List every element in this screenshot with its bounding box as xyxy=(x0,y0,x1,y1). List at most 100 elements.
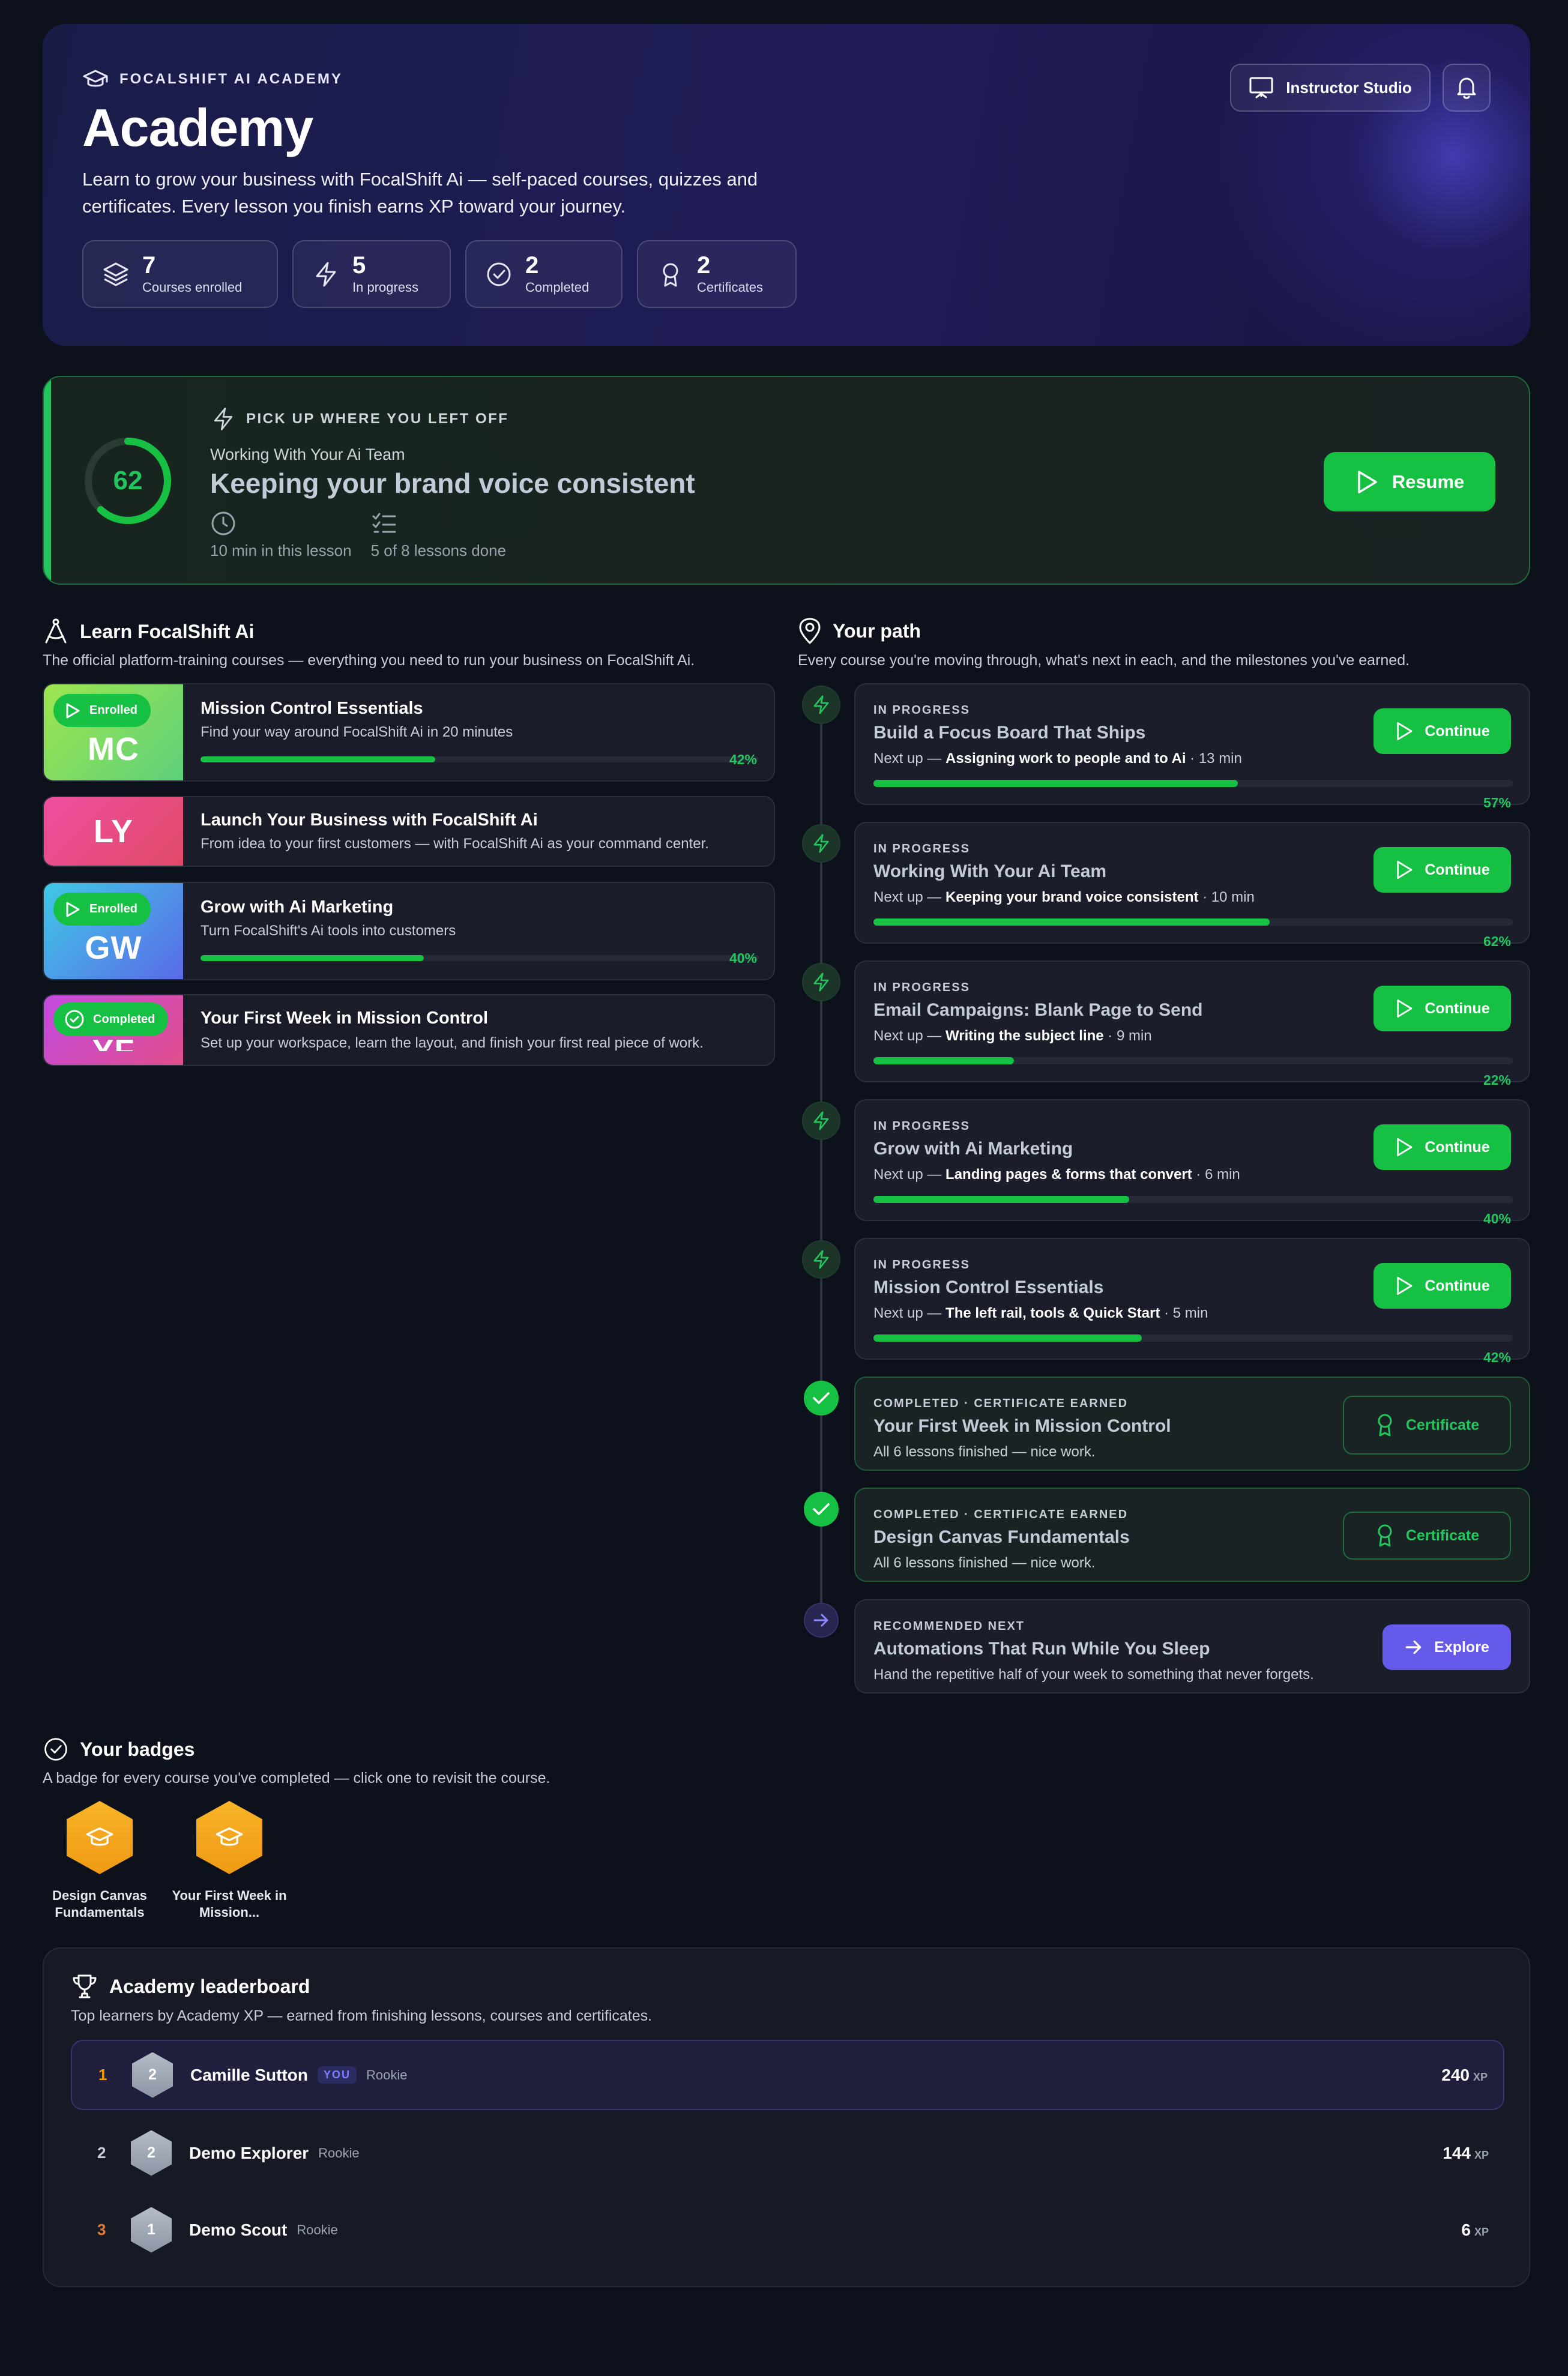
leaderboard-name: Camille Sutton xyxy=(190,2065,309,2084)
completed-pill: Completed xyxy=(53,1003,169,1036)
instructor-studio-button[interactable]: Instructor Studio xyxy=(1230,64,1431,112)
hero-banner: FOCALSHIFT AI ACADEMY Academy Learn to g… xyxy=(43,24,1530,346)
leaderboard-name: Demo Scout xyxy=(189,2220,288,2239)
play-icon xyxy=(64,702,81,720)
resume-lesson-title: Keeping your brand voice consistent xyxy=(210,468,695,499)
badge-item[interactable]: Design Canvas Fundamentals xyxy=(40,1801,160,1921)
bolt-icon xyxy=(810,1247,832,1271)
path-progress-percent: 57% xyxy=(1483,795,1511,810)
leaderboard-tier: Rookie xyxy=(318,2145,360,2160)
resume-button[interactable]: Resume xyxy=(1324,452,1495,511)
path-progress-fill xyxy=(873,1196,1129,1203)
next-lesson: Writing the subject line xyxy=(945,1028,1104,1044)
bolt-icon xyxy=(810,1109,832,1133)
path-card-next: Next up — Writing the subject line · 9 m… xyxy=(873,1028,1152,1045)
course-initials: YF xyxy=(92,1033,135,1066)
stat-label: In progress xyxy=(352,279,419,295)
you-tag: YOU xyxy=(318,2066,357,2084)
leaderboard-xp: 144 XP xyxy=(1443,2144,1489,2163)
arrow-right-icon xyxy=(1404,1639,1423,1656)
leaderboard-row-me[interactable]: 1 2 Camille Sutton YOU Rookie 240 XP xyxy=(71,2040,1504,2110)
next-lesson: Keeping your brand voice consistent xyxy=(945,889,1199,905)
course-description: Set up your workspace, learn the layout,… xyxy=(201,1035,704,1051)
path-progress-percent: 22% xyxy=(1483,1072,1511,1088)
badges-section-title: Your badges xyxy=(43,1736,194,1762)
check-circle-icon xyxy=(64,1009,85,1030)
continue-button[interactable]: Continue xyxy=(1374,1124,1511,1170)
path-card-desc: Hand the repetitive half of your week to… xyxy=(873,1666,1314,1683)
course-card[interactable]: YF Completed Your First Week in Mission … xyxy=(43,994,775,1066)
path-card-title: Design Canvas Fundamentals xyxy=(873,1527,1130,1547)
play-icon xyxy=(64,900,81,918)
xp-value: 144 xyxy=(1443,2143,1471,2162)
resume-time-label: 10 min in this lesson xyxy=(210,541,352,559)
course-initials: MC xyxy=(88,731,139,767)
path-title-text: Your path xyxy=(833,620,921,642)
bolt-icon xyxy=(312,260,340,289)
leaderboard-xp: 240 XP xyxy=(1441,2066,1488,2085)
level-badge: 1 xyxy=(131,2207,172,2253)
course-card[interactable]: MC Enrolled Mission Control Essentials F… xyxy=(43,683,775,782)
stat-label: Certificates xyxy=(697,279,764,295)
continue-button[interactable]: Continue xyxy=(1374,847,1511,893)
path-card-kicker: COMPLETED · CERTIFICATE EARNED xyxy=(873,1508,1129,1521)
path-card-next: Next up — The left rail, tools & Quick S… xyxy=(873,1305,1208,1322)
checklist-icon xyxy=(371,510,507,537)
arrow-right-icon xyxy=(812,1612,830,1628)
leaderboard-row[interactable]: 2 2 Demo Explorer Rookie 144 XP xyxy=(71,2118,1504,2188)
pill-label: Enrolled xyxy=(89,902,138,915)
continue-button[interactable]: Continue xyxy=(1374,1263,1511,1309)
leaderboard-row[interactable]: 3 1 Demo Scout Rookie 6 XP xyxy=(71,2195,1504,2265)
progress-ring: 62 xyxy=(82,435,173,526)
stat-value: 2 xyxy=(697,252,711,279)
timeline-node-in-progress xyxy=(802,686,840,724)
continue-button[interactable]: Continue xyxy=(1374,708,1511,754)
path-card-in-progress: IN PROGRESS Mission Control Essentials N… xyxy=(854,1238,1530,1365)
path-progress-fill xyxy=(873,918,1270,926)
next-time: · 5 min xyxy=(1160,1305,1208,1321)
path-progress-bar xyxy=(873,918,1513,926)
course-card[interactable]: GW Enrolled Grow with Ai Marketing Turn … xyxy=(43,882,775,980)
course-progress-bar xyxy=(201,955,759,961)
award-icon xyxy=(1375,1523,1395,1548)
path-card-kicker: IN PROGRESS xyxy=(873,704,970,717)
xp-unit: XP xyxy=(1473,2070,1488,2083)
leaderboard-user: Demo Explorer Rookie xyxy=(189,2144,360,2163)
notifications-button[interactable] xyxy=(1443,64,1491,112)
path-card-kicker: COMPLETED · CERTIFICATE EARNED xyxy=(873,1397,1129,1410)
continue-button[interactable]: Continue xyxy=(1374,986,1511,1031)
timeline-node-recommended xyxy=(804,1603,839,1638)
course-progress-fill xyxy=(201,756,435,762)
next-prefix: Next up — xyxy=(873,1305,946,1321)
explore-button[interactable]: Explore xyxy=(1383,1624,1511,1670)
certificate-button[interactable]: Certificate xyxy=(1343,1396,1511,1455)
stat-label: Courses enrolled xyxy=(142,279,243,295)
instructor-studio-label: Instructor Studio xyxy=(1286,78,1412,97)
course-progress-percent: 42% xyxy=(729,752,757,767)
resume-time: 10 min in this lesson xyxy=(210,510,352,560)
path-progress-percent: 42% xyxy=(1483,1349,1511,1365)
path-card-next: Next up — Assigning work to people and t… xyxy=(873,750,1242,767)
leaderboard-xp: 6 XP xyxy=(1461,2221,1489,2240)
stats-row: 7 Courses enrolled 5 In progress 2 Complete… xyxy=(82,240,797,308)
next-lesson: Assigning work to people and to Ai xyxy=(945,750,1186,767)
stat-value: 7 xyxy=(142,252,156,279)
path-section-subtitle: Every course you're moving through, what… xyxy=(798,652,1410,669)
play-icon xyxy=(1355,469,1379,495)
certificate-button[interactable]: Certificate xyxy=(1343,1512,1511,1560)
xp-unit: XP xyxy=(1474,2225,1489,2238)
badge-item[interactable]: Your First Week in Mission... xyxy=(169,1801,289,1921)
path-progress-percent: 62% xyxy=(1483,933,1511,949)
path-card-in-progress: IN PROGRESS Grow with Ai Marketing Next … xyxy=(854,1099,1530,1226)
next-prefix: Next up — xyxy=(873,1028,946,1044)
graduation-cap-icon xyxy=(215,1826,244,1850)
bolt-icon xyxy=(210,406,237,432)
stat-in-progress: 5 In progress xyxy=(292,240,451,308)
course-progress-percent: 40% xyxy=(729,950,757,966)
xp-unit: XP xyxy=(1474,2148,1489,2161)
next-prefix: Next up — xyxy=(873,889,946,905)
play-icon xyxy=(1395,720,1414,742)
course-card[interactable]: LY Launch Your Business with FocalShift … xyxy=(43,796,775,867)
path-progress-bar xyxy=(873,780,1513,787)
map-pin-icon xyxy=(798,617,822,645)
